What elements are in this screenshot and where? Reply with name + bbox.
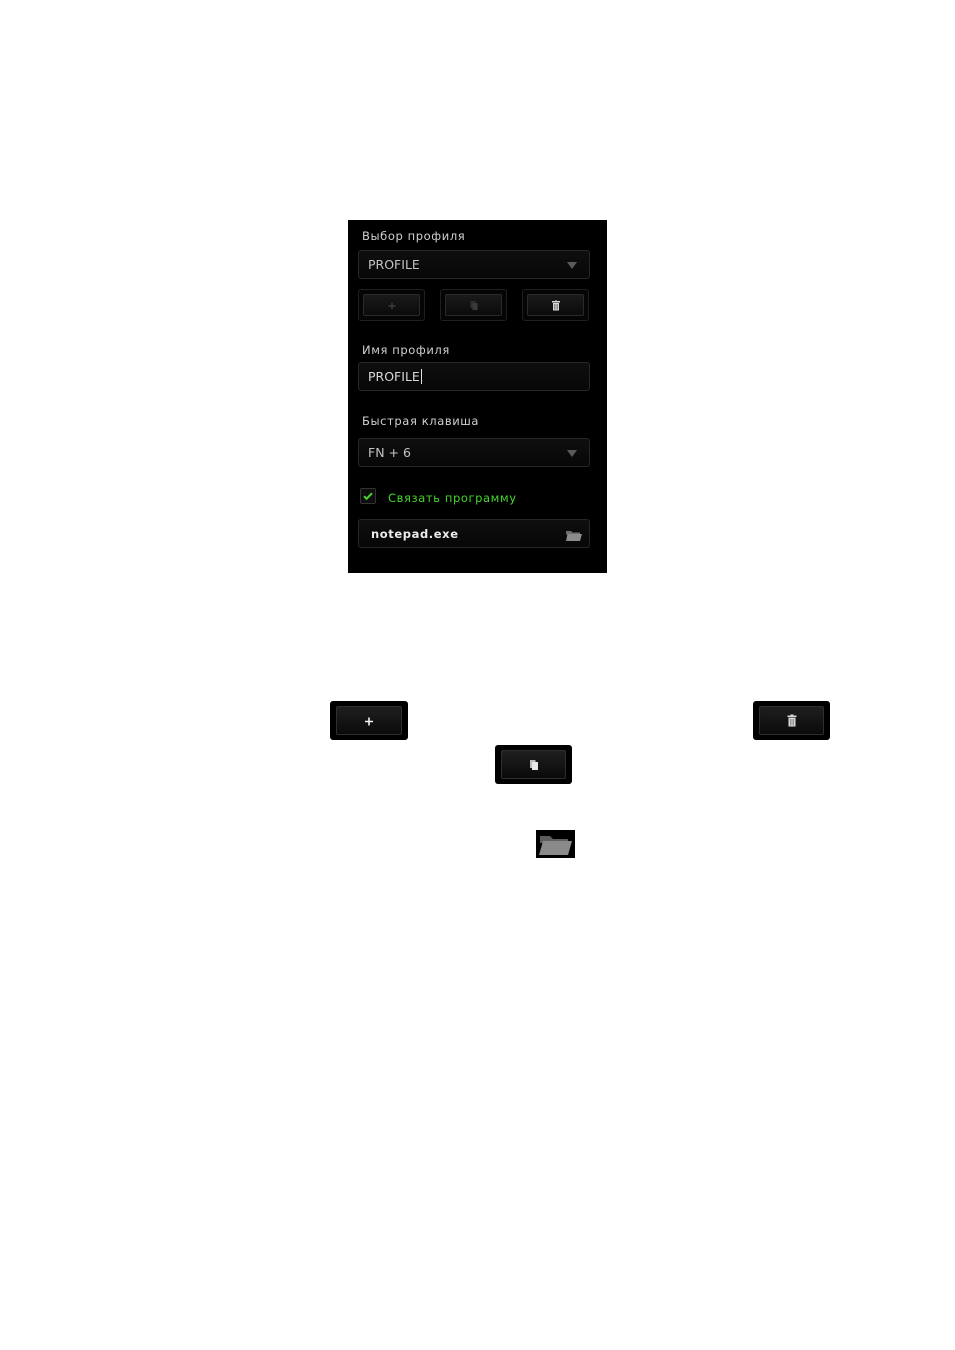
text-cursor xyxy=(420,369,422,384)
chevron-down-icon xyxy=(567,262,577,269)
delete-profile-button-large[interactable] xyxy=(753,701,830,740)
delete-profile-button[interactable] xyxy=(527,294,584,316)
hotkey-dropdown[interactable]: FN + 6 xyxy=(358,438,590,467)
profile-dropdown-value: PROFILE xyxy=(368,257,420,272)
copy-icon xyxy=(470,296,478,315)
profile-name-value: PROFILE xyxy=(368,369,422,384)
hotkey-dropdown-value: FN + 6 xyxy=(368,445,411,460)
add-profile-button[interactable] xyxy=(363,294,420,316)
plus-icon xyxy=(364,711,374,730)
copy-icon xyxy=(529,755,538,774)
copy-profile-button-large[interactable] xyxy=(495,745,572,784)
profile-name-label: Имя профиля xyxy=(362,343,450,357)
folder-icon xyxy=(539,833,572,859)
folder-icon[interactable] xyxy=(566,529,582,544)
trash-icon xyxy=(551,296,560,315)
folder-button-large[interactable] xyxy=(536,830,575,858)
plus-icon xyxy=(387,296,396,315)
checkmark-icon xyxy=(363,492,373,501)
profile-name-input[interactable]: PROFILE xyxy=(358,362,590,391)
program-path-value: notepad.exe xyxy=(371,527,459,541)
link-program-checkbox[interactable] xyxy=(360,488,376,504)
hotkey-label: Быстрая клавиша xyxy=(362,414,480,428)
program-path-field[interactable]: notepad.exe xyxy=(358,519,590,548)
add-profile-button-frame xyxy=(358,289,425,321)
copy-profile-button-frame xyxy=(440,289,507,321)
profile-settings-panel: Выбор профиля PROFILE Имя профиля PROFIL… xyxy=(348,220,607,573)
copy-profile-button[interactable] xyxy=(445,294,502,316)
trash-icon xyxy=(787,711,796,730)
link-program-label[interactable]: Связать программу xyxy=(388,491,517,505)
chevron-down-icon xyxy=(567,450,577,457)
profile-select-label: Выбор профиля xyxy=(362,229,466,243)
add-profile-button-large[interactable] xyxy=(330,701,408,740)
profile-dropdown[interactable]: PROFILE xyxy=(358,250,590,279)
delete-profile-button-frame xyxy=(522,289,589,321)
